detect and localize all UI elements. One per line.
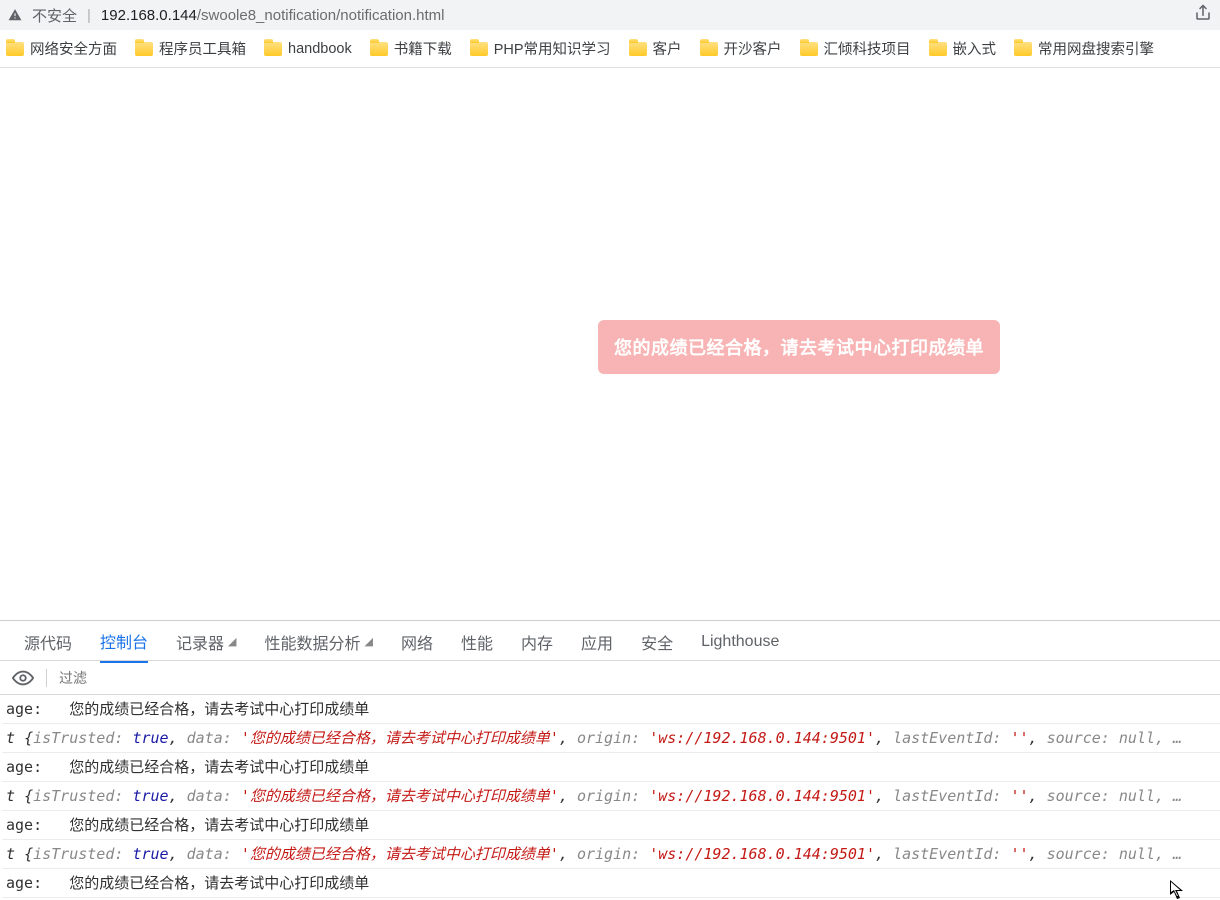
console-toolbar <box>0 661 1220 695</box>
tab-lighthouse[interactable]: Lighthouse <box>701 633 779 659</box>
bookmark-label: 嵌入式 <box>953 38 997 59</box>
folder-icon <box>135 42 153 56</box>
bookmark-item[interactable]: 开沙客户 <box>700 38 782 59</box>
tab-network[interactable]: 网络 <box>401 630 433 662</box>
separator: | <box>87 7 91 24</box>
page-viewport: 您的成绩已经合格，请去考试中心打印成绩单 <box>0 68 1220 620</box>
bookmark-item[interactable]: PHP常用知识学习 <box>470 38 611 59</box>
url-host: 192.168.0.144 <box>101 7 197 24</box>
folder-icon <box>370 42 388 56</box>
bookmark-item[interactable]: handbook <box>264 41 352 57</box>
security-label: 不安全 <box>32 5 77 26</box>
beta-icon: ◢ <box>365 635 373 648</box>
bookmark-label: 开沙客户 <box>724 38 782 59</box>
folder-icon <box>264 42 282 56</box>
console-row: age: 您的成绩已经合格，请去考试中心打印成绩单 <box>2 869 1220 898</box>
bookmark-item[interactable]: 常用网盘搜索引擎 <box>1014 38 1154 59</box>
folder-icon <box>700 42 718 56</box>
tab-performance[interactable]: 性能 <box>461 630 493 662</box>
bookmark-item[interactable]: 嵌入式 <box>929 38 997 59</box>
toolbar-divider <box>46 669 47 687</box>
console-row: t {isTrusted: true, data: '您的成绩已经合格，请去考试… <box>2 840 1220 869</box>
devtools-tabs: 源代码 控制台 记录器 ◢ 性能数据分析 ◢ 网络 性能 内存 应用 安全 Ligh… <box>0 621 1220 661</box>
tab-recorder[interactable]: 记录器 ◢ <box>176 630 236 662</box>
bookmark-item[interactable]: 客户 <box>629 38 682 59</box>
bookmark-label: handbook <box>288 41 352 57</box>
insecure-icon <box>8 8 22 22</box>
bookmark-item[interactable]: 程序员工具箱 <box>135 38 246 59</box>
tab-memory[interactable]: 内存 <box>521 630 553 662</box>
bookmark-label: 程序员工具箱 <box>159 38 246 59</box>
notification-toast: 您的成绩已经合格，请去考试中心打印成绩单 <box>598 320 1000 374</box>
url-path: /swoole8_notification/notification.html <box>197 7 445 24</box>
folder-icon <box>929 42 947 56</box>
console-row: t {isTrusted: true, data: '您的成绩已经合格，请去考试… <box>2 782 1220 811</box>
tab-performance-insights-label: 性能数据分析 <box>265 630 361 654</box>
url[interactable]: 192.168.0.144/swoole8_notification/notif… <box>101 7 445 24</box>
devtools-panel: 源代码 控制台 记录器 ◢ 性能数据分析 ◢ 网络 性能 内存 应用 安全 Ligh… <box>0 620 1220 900</box>
tab-sources[interactable]: 源代码 <box>24 630 72 662</box>
bookmark-item[interactable]: 网络安全方面 <box>6 38 117 59</box>
console-row: age: 您的成绩已经合格，请去考试中心打印成绩单 <box>2 695 1220 724</box>
tab-performance-insights[interactable]: 性能数据分析 ◢ <box>265 630 373 662</box>
bookmark-label: PHP常用知识学习 <box>494 38 611 59</box>
folder-icon <box>800 42 818 56</box>
folder-icon <box>629 42 647 56</box>
console-row: age: 您的成绩已经合格，请去考试中心打印成绩单 <box>2 811 1220 840</box>
console-output[interactable]: age: 您的成绩已经合格，请去考试中心打印成绩单 t {isTrusted: … <box>0 695 1220 900</box>
beta-icon: ◢ <box>228 635 236 648</box>
tab-console[interactable]: 控制台 <box>100 629 148 663</box>
bookmark-label: 常用网盘搜索引擎 <box>1038 38 1154 59</box>
share-icon[interactable] <box>1194 4 1212 26</box>
tab-security[interactable]: 安全 <box>641 630 673 662</box>
folder-icon <box>470 42 488 56</box>
console-filter-input[interactable] <box>59 670 1208 686</box>
bookmarks-bar: 网络安全方面 程序员工具箱 handbook 书籍下载 PHP常用知识学习 客户… <box>0 30 1220 68</box>
bookmark-item[interactable]: 书籍下载 <box>370 38 452 59</box>
tab-application[interactable]: 应用 <box>581 630 613 662</box>
folder-icon <box>1014 42 1032 56</box>
live-expression-icon[interactable] <box>12 670 34 686</box>
bookmark-item[interactable]: 汇倾科技项目 <box>800 38 911 59</box>
tab-recorder-label: 记录器 <box>176 630 224 654</box>
bookmark-label: 汇倾科技项目 <box>824 38 911 59</box>
folder-icon <box>6 42 24 56</box>
bookmark-label: 书籍下载 <box>394 38 452 59</box>
address-bar: 不安全 | 192.168.0.144/swoole8_notification… <box>0 0 1220 30</box>
bookmark-label: 网络安全方面 <box>30 38 117 59</box>
bookmark-label: 客户 <box>653 38 682 59</box>
console-row: age: 您的成绩已经合格，请去考试中心打印成绩单 <box>2 753 1220 782</box>
console-row: t {isTrusted: true, data: '您的成绩已经合格，请去考试… <box>2 724 1220 753</box>
